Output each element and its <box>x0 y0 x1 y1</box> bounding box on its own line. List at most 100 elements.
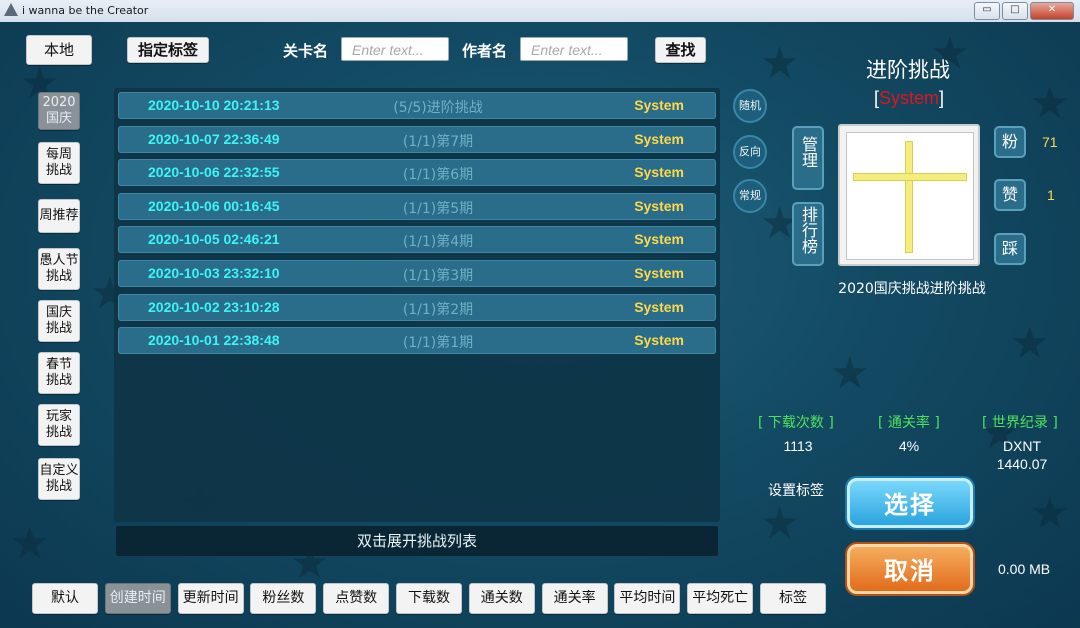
sort-button[interactable]: 标签 <box>760 583 826 614</box>
search-button[interactable]: 查找 <box>655 37 706 63</box>
challenge-list[interactable]: 2020-10-10 20:21:13 (5/5)进阶挑战 System 2020-1… <box>114 88 720 522</box>
main-stage: ★ ★ ★ ★ ★ ★ ★ ★ ★ ★ ★ ★ ★ ★ 本地 指定标签 关卡名 … <box>0 22 1080 628</box>
sort-button[interactable]: 通关数 <box>468 583 535 614</box>
fans-count: 71 <box>1042 134 1058 150</box>
minimize-button[interactable]: ▭ <box>974 2 1000 20</box>
level-caption: 2020国庆挑战进阶挑战 <box>838 281 986 297</box>
row-date: 2020-10-02 23:10:28 <box>148 298 280 315</box>
list-item[interactable]: 2020-10-06 00:16:45 (1/1)第5期 System <box>118 192 716 220</box>
row-date: 2020-10-10 20:21:13 <box>148 97 280 113</box>
sort-button[interactable]: 点赞数 <box>323 583 390 614</box>
row-author: System <box>634 265 684 281</box>
row-name: (1/1)第2期 <box>402 301 474 318</box>
clear-rate-value: 4% <box>898 438 920 454</box>
reverse-button[interactable]: 反向 <box>733 135 767 169</box>
list-item[interactable]: 2020-10-07 22:36:49 (1/1)第7期 System <box>118 125 716 153</box>
sidebar-item[interactable]: 春节 挑战 <box>38 352 80 394</box>
select-button[interactable]: 选择 <box>847 478 973 528</box>
local-button[interactable]: 本地 <box>26 35 92 65</box>
sort-button[interactable]: 平均死亡 <box>687 583 754 614</box>
normal-button[interactable]: 常规 <box>733 179 767 213</box>
sort-button[interactable]: 粉丝数 <box>250 583 317 614</box>
row-date: 2020-10-07 22:36:49 <box>148 130 280 147</box>
star-decoration: ★ <box>10 518 50 569</box>
list-item[interactable]: 2020-10-10 20:21:13 (5/5)进阶挑战 System <box>118 92 716 119</box>
row-date: 2020-10-05 02:46:21 <box>148 231 280 248</box>
world-record-holder: DXNT <box>1002 438 1042 454</box>
dislike-button[interactable]: 踩 <box>994 233 1026 265</box>
world-record-time: 1440.07 <box>996 456 1048 472</box>
row-name: (1/1)第6期 <box>402 167 474 184</box>
like-button[interactable]: 赞 <box>994 179 1026 211</box>
maximize-button[interactable]: □ <box>1002 2 1028 20</box>
list-item[interactable]: 2020-10-03 23:32:10 (1/1)第3期 System <box>118 260 716 287</box>
row-author: System <box>634 231 684 248</box>
sidebar-item[interactable]: 2020 国庆 <box>38 92 80 130</box>
level-name-input[interactable]: Enter text... <box>341 37 449 61</box>
cross-vertical <box>905 141 913 253</box>
file-size: 0.00 MB <box>998 561 1051 577</box>
star-decoration: ★ <box>1030 78 1070 129</box>
tag-filter-button[interactable]: 指定标签 <box>127 37 209 63</box>
author-name: System <box>878 88 939 108</box>
star-decoration: ★ <box>760 38 800 89</box>
detail-author: [System] <box>838 88 980 109</box>
star-decoration: ★ <box>830 348 870 399</box>
title-bar[interactable]: i wanna be the Creator ▭ □ ✕ <box>0 0 1080 23</box>
sort-button[interactable]: 平均时间 <box>614 583 681 614</box>
manage-label: 管理 <box>799 136 818 168</box>
random-button[interactable]: 随机 <box>733 89 767 123</box>
sidebar-item[interactable]: 玩家 挑战 <box>38 404 80 446</box>
row-author: System <box>634 197 684 214</box>
downloads-label: [ 下载次数 ] <box>758 415 834 431</box>
row-name: (5/5)进阶挑战 <box>393 100 483 116</box>
row-date: 2020-10-06 22:32:55 <box>148 164 280 181</box>
sort-button[interactable]: 创建时间 <box>104 583 171 614</box>
star-decoration: ★ <box>1010 318 1050 369</box>
window-controls: ▭ □ ✕ <box>974 2 1074 20</box>
fans-button[interactable]: 粉 <box>994 126 1026 158</box>
expand-list-hint[interactable]: 双击展开挑战列表 <box>116 526 718 556</box>
sidebar-item[interactable]: 周推荐 <box>38 199 80 233</box>
list-item[interactable]: 2020-10-02 23:10:28 (1/1)第2期 System <box>118 293 716 321</box>
list-item[interactable]: 2020-10-06 22:32:55 (1/1)第6期 System <box>118 159 716 187</box>
window-title: i wanna be the Creator <box>22 4 149 17</box>
sort-button[interactable]: 更新时间 <box>177 583 244 614</box>
row-author: System <box>634 164 684 181</box>
level-name-label: 关卡名 <box>283 42 329 60</box>
row-name: (1/1)第3期 <box>402 268 474 284</box>
sidebar-item[interactable]: 每周 挑战 <box>38 142 80 184</box>
list-item[interactable]: 2020-10-05 02:46:21 (1/1)第4期 System <box>118 226 716 254</box>
sidebar-item[interactable]: 自定义 挑战 <box>38 458 80 500</box>
sort-button[interactable]: 默认 <box>32 583 98 614</box>
downloads-value: 1113 <box>783 438 813 454</box>
thumbnail-canvas <box>846 132 974 260</box>
row-date: 2020-10-06 00:16:45 <box>148 197 280 214</box>
row-name: (1/1)第1期 <box>402 335 474 352</box>
detail-title: 进阶挑战 <box>866 58 950 82</box>
ranking-button[interactable]: 排行榜 <box>792 202 824 266</box>
world-record-label: [ 世界纪录 ] <box>982 415 1058 431</box>
manage-button[interactable]: 管理 <box>792 126 824 190</box>
cross-horizontal <box>853 173 967 181</box>
sort-button[interactable]: 通关率 <box>541 583 608 614</box>
sidebar-item[interactable]: 愚人节 挑战 <box>38 248 80 290</box>
row-author: System <box>634 97 684 113</box>
star-decoration: ★ <box>760 498 800 549</box>
row-date: 2020-10-03 23:32:10 <box>148 265 280 281</box>
cancel-button[interactable]: 取消 <box>847 544 973 594</box>
row-name: (1/1)第7期 <box>402 133 474 150</box>
row-date: 2020-10-01 22:38:48 <box>148 332 280 349</box>
row-name: (1/1)第5期 <box>402 200 474 217</box>
level-thumbnail[interactable] <box>838 124 980 266</box>
bracket-close: ] <box>939 88 945 108</box>
author-label: 作者名 <box>462 42 508 60</box>
list-item[interactable]: 2020-10-01 22:38:48 (1/1)第1期 System <box>118 327 716 355</box>
author-input[interactable]: Enter text... <box>520 37 628 61</box>
close-button[interactable]: ✕ <box>1030 2 1074 20</box>
sidebar-item[interactable]: 国庆 挑战 <box>38 300 80 342</box>
app-window: i wanna be the Creator ▭ □ ✕ ★ ★ ★ ★ ★ ★… <box>0 0 1080 628</box>
row-author: System <box>634 332 684 349</box>
row-author: System <box>634 298 684 315</box>
sort-button[interactable]: 下载数 <box>396 583 462 614</box>
